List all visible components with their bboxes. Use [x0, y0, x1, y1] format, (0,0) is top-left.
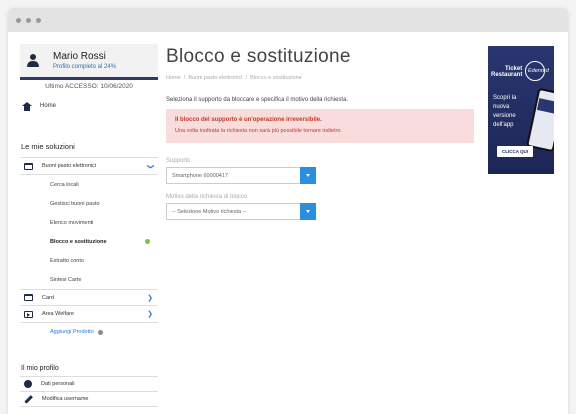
card-icon [24, 294, 33, 301]
chevron-right-icon[interactable]: ❯ [147, 295, 153, 302]
ad-brand-logo: Ticket Restaurant [491, 66, 522, 78]
add-product-link[interactable]: Aggiungi Prodotto [20, 325, 158, 339]
sidebar-item-label: Card [42, 294, 54, 301]
phone-illustration-icon [526, 87, 554, 153]
submenu-item-label: Blocco e sostituzione [50, 238, 107, 245]
pencil-icon [24, 394, 33, 404]
breadcrumb: Home / Buoni pasto elettronici / Blocco … [166, 75, 476, 81]
reason-label: Motivo della richiesta di blocco [166, 194, 248, 200]
submenu-item-estratto-conto[interactable]: Estratto conto [20, 251, 158, 270]
active-indicator-icon [145, 239, 150, 244]
submenu-item-cerca-locali[interactable]: Cerca locali [20, 175, 158, 194]
section-title-solutions: Le mie soluzioni [21, 142, 75, 151]
support-select[interactable]: Smartphone 60000417 [166, 167, 316, 184]
ad-cta-button[interactable]: CLICCA QUI [497, 146, 533, 157]
support-label: Supporto [166, 158, 191, 164]
window-dot-close[interactable] [16, 17, 21, 23]
browser-window: Mario Rossi Profilo completo al 24% Ulti… [8, 8, 568, 414]
breadcrumb-separator: / [245, 75, 248, 81]
sidebar-item-label: Buoni pasto elettronici [42, 163, 97, 169]
breadcrumb-section[interactable]: Buoni pasto elettronici [188, 75, 242, 81]
caret-down-icon [306, 174, 310, 177]
reason-select[interactable]: -- Selezione Motivo richiesta -- [166, 203, 316, 220]
sidebar-item-label: Area Welfare [42, 311, 74, 317]
submenu-item-elenco-movimenti[interactable]: Elenco movimenti [20, 213, 158, 232]
support-select-value: Smartphone 60000417 [172, 173, 228, 179]
profile-completion[interactable]: Profilo completo al 24% [53, 64, 116, 70]
sidebar: Mario Rossi Profilo completo al 24% Ulti… [20, 44, 158, 414]
caret-down-icon [306, 210, 310, 213]
solutions-menu: Buoni pasto elettronici ❯ Cerca locali G… [20, 157, 158, 323]
profile-menu: Dati personali Modifica username [20, 376, 158, 407]
sidebar-item-label: Home [40, 103, 57, 109]
sidebar-item-label: Dati personali [41, 381, 75, 387]
sidebar-item-buoni-pasto[interactable]: Buoni pasto elettronici ❯ [20, 158, 158, 175]
page-title: Blocco e sostituzione [166, 46, 351, 67]
alert-title: Il blocco del supporto è un'operazione i… [175, 117, 322, 123]
profile-card[interactable]: Mario Rossi Profilo completo al 24% [20, 44, 158, 80]
user-circle-icon [24, 380, 32, 388]
sidebar-item-dati-personali[interactable]: Dati personali [20, 377, 158, 392]
last-access: Ultimo ACCESSO: 10/06/2020 [45, 83, 133, 90]
sidebar-item-card[interactable]: Card ❯ [20, 289, 158, 306]
main-content: Blocco e sostituzione Home / Buoni pasto… [166, 46, 476, 220]
submenu-item-sintesi-carte[interactable]: Sintesi Carte [20, 270, 158, 289]
sidebar-item-modifica-username[interactable]: Modifica username [20, 392, 158, 407]
sidebar-item-area-welfare[interactable]: Area Welfare ❯ [20, 306, 158, 323]
ad-text: Scopri la nuova versione dell'app [493, 95, 517, 128]
sidebar-item-label: Modifica username [42, 396, 89, 402]
window-titlebar [8, 8, 568, 32]
user-icon [26, 54, 40, 68]
submenu-item-blocco-sostituzione[interactable]: Blocco e sostituzione [20, 232, 158, 251]
alert-text: Una volta inoltrata la richiesta non sar… [175, 128, 342, 134]
card-icon [24, 162, 33, 170]
instructions-text: Seleziona il supporto da bloccare e spec… [166, 97, 349, 103]
warning-alert: Il blocco del supporto è un'operazione i… [166, 109, 474, 143]
window-dot-minimize[interactable] [26, 17, 31, 23]
profile-name: Mario Rossi [53, 51, 106, 62]
submenu-item-gestisci-buoni[interactable]: Gestisci buoni pasto [20, 194, 158, 213]
section-title-profile: Il mio profilo [21, 365, 59, 372]
ad-partner-logo: Edenred [528, 68, 549, 74]
window-dot-maximize[interactable] [36, 17, 41, 23]
support-select-button[interactable] [300, 167, 316, 184]
add-product-label: Aggiungi Prodotto [50, 329, 94, 335]
home-icon [22, 101, 32, 111]
sidebar-item-home[interactable]: Home [20, 100, 158, 112]
breadcrumb-current: Blocco e sostituzione [250, 75, 302, 81]
chevron-down-icon[interactable]: ❯ [147, 164, 154, 170]
submenu-buoni-pasto: Cerca locali Gestisci buoni pasto Elenco… [20, 175, 158, 289]
ad-banner[interactable]: Ticket Restaurant Edenred Scopri la nuov… [488, 46, 554, 174]
info-icon[interactable] [97, 329, 103, 335]
welfare-icon [24, 310, 33, 318]
chevron-right-icon[interactable]: ❯ [147, 311, 153, 318]
breadcrumb-home[interactable]: Home [166, 75, 181, 81]
reason-select-value: -- Selezione Motivo richiesta -- [172, 209, 247, 215]
reason-select-button[interactable] [300, 203, 316, 220]
page-layout: Mario Rossi Profilo completo al 24% Ulti… [8, 32, 568, 414]
ad-brand-line2: Restaurant [491, 72, 523, 78]
breadcrumb-separator: / [183, 75, 186, 81]
